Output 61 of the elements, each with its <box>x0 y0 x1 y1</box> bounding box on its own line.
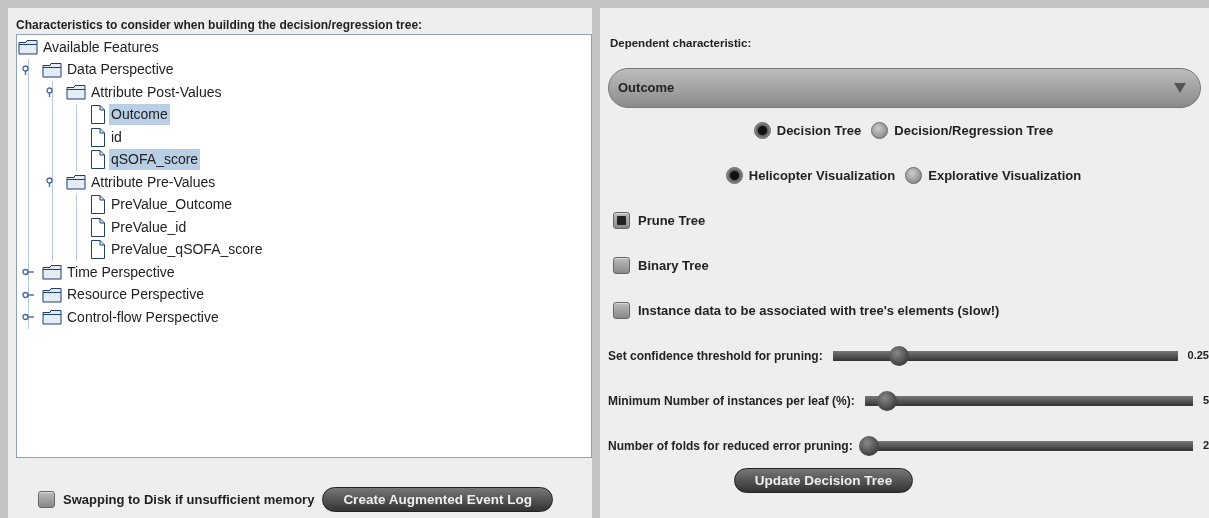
checkbox[interactable] <box>613 212 630 229</box>
folder-icon <box>42 61 62 78</box>
expander-icon[interactable] <box>22 289 36 300</box>
radio-label: Explorative Visualization <box>928 166 1082 185</box>
slider-thumb[interactable] <box>888 345 909 366</box>
radio-button[interactable] <box>905 167 923 184</box>
folder-icon <box>18 39 38 56</box>
dependent-dropdown[interactable]: Outcome <box>608 68 1201 108</box>
tree-item[interactable]: Time Perspective <box>65 261 177 283</box>
checkbox-label: Instance data to be associated with tree's elements (slow!) <box>638 301 1000 320</box>
tree-item[interactable]: id <box>109 126 124 148</box>
radio-label: Decision Tree <box>776 121 862 140</box>
checkbox[interactable] <box>613 302 630 319</box>
slider-thumb[interactable] <box>876 390 897 411</box>
radio-button[interactable] <box>725 167 743 184</box>
expander-icon[interactable] <box>22 312 36 323</box>
file-icon <box>90 240 106 260</box>
radio-button[interactable] <box>871 122 889 139</box>
tree-item[interactable]: Attribute Post-Values <box>89 81 224 103</box>
tree-item[interactable]: Outcome <box>109 104 170 126</box>
checkbox-label: Binary Tree <box>638 256 709 275</box>
checkbox[interactable] <box>613 257 630 274</box>
tree-item[interactable]: Resource Perspective <box>65 284 206 306</box>
folder-icon <box>42 264 62 281</box>
file-icon <box>90 150 106 170</box>
field-label: Dependent characteristic: <box>610 36 753 51</box>
file-icon <box>90 105 106 125</box>
tree-item[interactable]: PreValue_id <box>109 216 189 238</box>
tree-item[interactable]: Available Features <box>41 36 161 58</box>
checkbox[interactable] <box>38 491 55 508</box>
folder-icon <box>42 309 62 326</box>
tree-item[interactable]: Attribute Pre-Values <box>89 171 218 193</box>
tree-item[interactable]: PreValue_qSOFA_score <box>109 239 265 261</box>
folder-icon <box>42 286 62 303</box>
file-icon <box>90 127 106 147</box>
slider-value: 5 <box>1202 393 1209 409</box>
tree-item[interactable]: Control-flow Perspective <box>65 306 221 328</box>
slider-value: 2 <box>1202 438 1209 454</box>
radio-button[interactable] <box>753 122 771 139</box>
folder-icon <box>66 84 86 101</box>
caret-icon <box>1174 83 1186 93</box>
tree-item[interactable]: PreValue_Outcome <box>109 194 235 216</box>
tree-item[interactable]: Data Perspective <box>65 59 176 81</box>
folder-icon <box>66 174 86 191</box>
file-icon <box>90 217 106 237</box>
feature-tree[interactable] <box>16 34 592 458</box>
create-log-button[interactable]: Create Augmented Event Log <box>322 487 553 512</box>
file-icon <box>90 195 106 215</box>
slider-label: Minimum Number of instances per leaf (%): <box>608 392 855 410</box>
radio-label: Decision/Regression Tree <box>894 121 1054 140</box>
slider-label: Set confidence threshold for pruning: <box>608 347 823 365</box>
slider-label: Number of folds for reduced error pruning: <box>608 437 853 455</box>
checkbox-label: Prune Tree <box>638 211 706 230</box>
slider-thumb[interactable] <box>858 435 879 456</box>
expander-icon[interactable] <box>22 267 36 278</box>
panel-title: Characteristics to consider when building the decision/regression tree: <box>16 17 424 34</box>
slider-value: 0.25 <box>1187 348 1209 364</box>
tree-item[interactable]: qSOFA_score <box>109 149 201 171</box>
radio-label: Helicopter Visualization <box>748 166 896 185</box>
update-tree-button[interactable]: Update Decision Tree <box>733 468 914 493</box>
checkbox-label: Swapping to Disk if unsufficient memory <box>63 490 315 509</box>
